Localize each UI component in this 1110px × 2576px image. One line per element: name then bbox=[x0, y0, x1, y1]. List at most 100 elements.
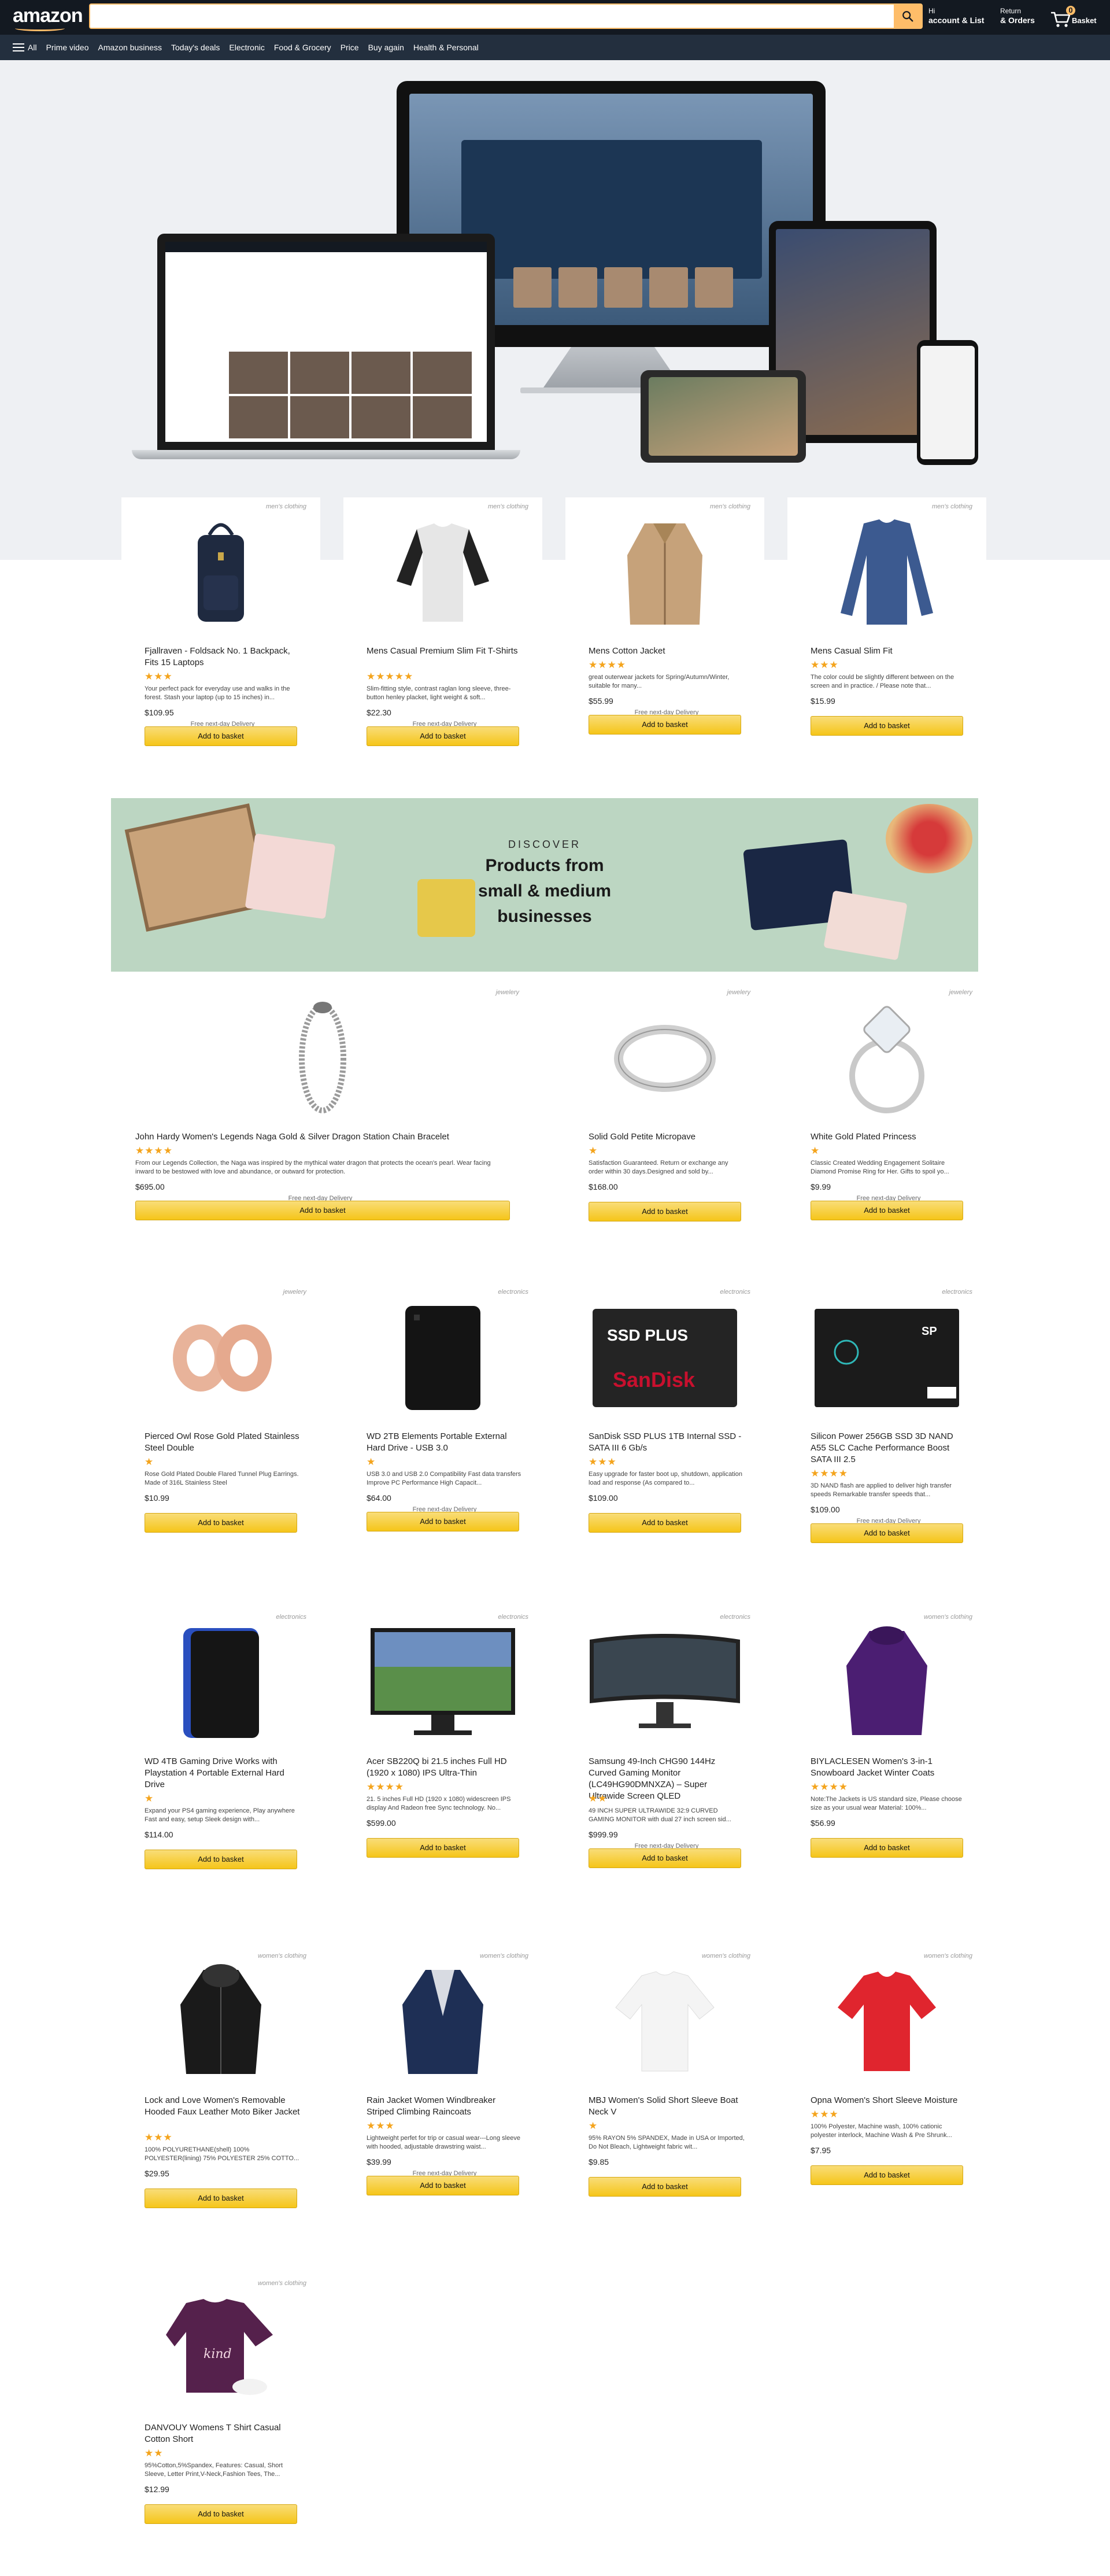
product-card[interactable]: jewelery White Gold Plated Princess ★ Class… bbox=[787, 983, 986, 1224]
product-image[interactable] bbox=[121, 1625, 320, 1741]
product-image[interactable] bbox=[343, 515, 542, 630]
product-card[interactable]: men's clothing Mens Casual Premium Slim F… bbox=[343, 497, 542, 750]
add-to-basket-button[interactable]: Add to basket bbox=[589, 2177, 741, 2197]
product-image[interactable]: kind bbox=[121, 2291, 320, 2407]
product-card[interactable]: electronics SSD PLUS SanDisk SanDisk SSD PL… bbox=[565, 1283, 764, 1536]
product-card[interactable]: women's clothing Opna Women's Short Sleev… bbox=[787, 1947, 986, 2189]
add-to-basket-button[interactable]: Add to basket bbox=[145, 1513, 297, 1533]
product-card[interactable]: women's clothing BIYLACLESEN Women's 3-in… bbox=[787, 1608, 986, 1861]
discover-banner[interactable]: DISCOVER Products from small & medium bu… bbox=[111, 798, 978, 972]
product-title[interactable]: Lock and Love Women's Removable Hooded F… bbox=[145, 2095, 301, 2118]
product-title[interactable]: WD 2TB Elements Portable External Hard D… bbox=[367, 1431, 523, 1454]
add-to-basket-button[interactable]: Add to basket bbox=[589, 1848, 741, 1868]
add-to-basket-button[interactable]: Add to basket bbox=[145, 726, 297, 746]
product-image[interactable]: SP bbox=[787, 1300, 986, 1416]
product-title[interactable]: DANVOUY Womens T Shirt Casual Cotton Sho… bbox=[145, 2422, 301, 2445]
product-card[interactable]: electronics SP Silicon Power 256GB SSD 3D … bbox=[787, 1283, 986, 1547]
product-image[interactable] bbox=[565, 515, 764, 630]
product-title[interactable]: Pierced Owl Rose Gold Plated Stainless S… bbox=[145, 1431, 301, 1454]
product-image[interactable] bbox=[112, 1001, 533, 1116]
hero-banner[interactable] bbox=[0, 60, 1110, 560]
nav-item-electronic[interactable]: Electronic bbox=[229, 43, 264, 52]
add-to-basket-button[interactable]: Add to basket bbox=[367, 1512, 519, 1531]
product-image[interactable] bbox=[565, 1625, 764, 1741]
add-to-basket-button[interactable]: Add to basket bbox=[145, 2504, 297, 2524]
nav-item-food-grocery[interactable]: Food & Grocery bbox=[274, 43, 331, 52]
product-title[interactable]: White Gold Plated Princess bbox=[811, 1131, 967, 1143]
product-title[interactable]: Opna Women's Short Sleeve Moisture bbox=[811, 2095, 967, 2106]
product-card[interactable]: women's clothing Lock and Love Women's Re… bbox=[121, 1947, 320, 2212]
product-card[interactable]: men's clothing Fjallraven - Foldsack No. … bbox=[121, 497, 320, 750]
product-image[interactable] bbox=[787, 1625, 986, 1741]
product-title[interactable]: MBJ Women's Solid Short Sleeve Boat Neck… bbox=[589, 2095, 745, 2118]
product-rating-stars: ★★★★ bbox=[589, 659, 626, 670]
product-card[interactable]: women's clothing Rain Jacket Women Windbr… bbox=[343, 1947, 542, 2199]
product-title[interactable]: Mens Casual Premium Slim Fit T-Shirts bbox=[367, 645, 523, 657]
add-to-basket-button[interactable]: Add to basket bbox=[367, 1838, 519, 1858]
product-title[interactable]: BIYLACLESEN Women's 3-in-1 Snowboard Jac… bbox=[811, 1756, 967, 1779]
product-price: $168.00 bbox=[589, 1182, 618, 1191]
product-image[interactable] bbox=[121, 1964, 320, 2080]
product-title[interactable]: Rain Jacket Women Windbreaker Striped Cl… bbox=[367, 2095, 523, 2118]
add-to-basket-button[interactable]: Add to basket bbox=[589, 1513, 741, 1533]
nav-all-menu[interactable]: All bbox=[13, 43, 37, 52]
add-to-basket-button[interactable]: Add to basket bbox=[811, 2165, 963, 2185]
product-card[interactable]: electronics Samsung 49-Inch CHG90 144Hz C… bbox=[565, 1608, 764, 1872]
add-to-basket-button[interactable]: Add to basket bbox=[811, 1201, 963, 1220]
product-image[interactable] bbox=[121, 515, 320, 630]
product-title[interactable]: WD 4TB Gaming Drive Works with Playstati… bbox=[145, 1756, 301, 1791]
add-to-basket-button[interactable]: Add to basket bbox=[367, 2176, 519, 2195]
orders-menu[interactable]: Return & Orders bbox=[1000, 7, 1035, 25]
product-image[interactable] bbox=[121, 1300, 320, 1416]
product-card[interactable]: electronics WD 4TB Gaming Drive Works wit… bbox=[121, 1608, 320, 1873]
product-image[interactable] bbox=[787, 1001, 986, 1116]
add-to-basket-button[interactable]: Add to basket bbox=[367, 726, 519, 746]
product-card[interactable]: electronics Acer SB220Q bi 21.5 inches Fu… bbox=[343, 1608, 542, 1861]
product-title[interactable]: SanDisk SSD PLUS 1TB Internal SSD - SATA… bbox=[589, 1431, 745, 1454]
product-image[interactable] bbox=[343, 1625, 542, 1741]
add-to-basket-button[interactable]: Add to basket bbox=[589, 1202, 741, 1221]
nav-item-health-personal[interactable]: Health & Personal bbox=[413, 43, 479, 52]
product-image[interactable] bbox=[787, 1964, 986, 2080]
product-card[interactable]: women's clothing kind DANVOUY Womens T Shi… bbox=[121, 2274, 320, 2527]
nav-item-amazon-business[interactable]: Amazon business bbox=[98, 43, 162, 52]
nav-item-prime-video[interactable]: Prime video bbox=[46, 43, 89, 52]
product-card[interactable]: electronics WD 2TB Elements Portable Exte… bbox=[343, 1283, 542, 1535]
product-card[interactable]: jewelery Solid Gold Petite Micropave ★ Sati… bbox=[565, 983, 764, 1225]
product-image[interactable] bbox=[343, 1300, 542, 1416]
nav-item-price[interactable]: Price bbox=[341, 43, 359, 52]
product-title[interactable]: Acer SB220Q bi 21.5 inches Full HD (1920… bbox=[367, 1756, 523, 1779]
product-title[interactable]: Fjallraven - Foldsack No. 1 Backpack, Fi… bbox=[145, 645, 301, 669]
product-title[interactable]: Silicon Power 256GB SSD 3D NAND A55 SLC … bbox=[811, 1431, 967, 1466]
account-menu[interactable]: Hi account & List bbox=[928, 7, 984, 25]
add-to-basket-button[interactable]: Add to basket bbox=[145, 1850, 297, 1869]
product-image[interactable] bbox=[787, 515, 986, 630]
add-to-basket-button[interactable]: Add to basket bbox=[135, 1201, 510, 1220]
basket-button[interactable]: 0 Basket bbox=[1050, 5, 1105, 30]
product-image[interactable] bbox=[565, 1001, 764, 1116]
add-to-basket-button[interactable]: Add to basket bbox=[589, 715, 741, 735]
product-card[interactable]: men's clothing Mens Cotton Jacket ★★★★ grea… bbox=[565, 497, 764, 738]
product-card[interactable]: women's clothing MBJ Women's Solid Short … bbox=[565, 1947, 764, 2200]
curved-image bbox=[590, 1634, 740, 1728]
product-title[interactable]: Mens Cotton Jacket bbox=[589, 645, 745, 657]
nav-item-todays-deals[interactable]: Today's deals bbox=[171, 43, 220, 52]
product-image[interactable] bbox=[565, 1964, 764, 2080]
product-card[interactable]: jewelery Pierced Owl Rose Gold Plated Sta… bbox=[121, 1283, 320, 1536]
purpletee-image: kind bbox=[166, 2299, 273, 2395]
product-image[interactable]: SSD PLUS SanDisk bbox=[565, 1300, 764, 1416]
product-image[interactable] bbox=[343, 1964, 542, 2080]
add-to-basket-button[interactable]: Add to basket bbox=[145, 2189, 297, 2208]
product-title[interactable]: Mens Casual Slim Fit bbox=[811, 645, 967, 657]
add-to-basket-button[interactable]: Add to basket bbox=[811, 716, 963, 736]
product-title[interactable]: John Hardy Women's Legends Naga Gold & S… bbox=[135, 1131, 505, 1143]
add-to-basket-button[interactable]: Add to basket bbox=[811, 1838, 963, 1858]
product-title[interactable]: Solid Gold Petite Micropave bbox=[589, 1131, 745, 1143]
add-to-basket-button[interactable]: Add to basket bbox=[811, 1523, 963, 1543]
nav-item-buy-again[interactable]: Buy again bbox=[368, 43, 404, 52]
product-card[interactable]: jewelery John Hardy Women's Legends Naga … bbox=[112, 983, 533, 1224]
product-card[interactable]: men's clothing Mens Casual Slim Fit ★★★ The… bbox=[787, 497, 986, 739]
amazon-logo[interactable]: amazon bbox=[13, 5, 83, 27]
search-button[interactable] bbox=[894, 5, 922, 28]
search-input[interactable] bbox=[90, 5, 894, 28]
